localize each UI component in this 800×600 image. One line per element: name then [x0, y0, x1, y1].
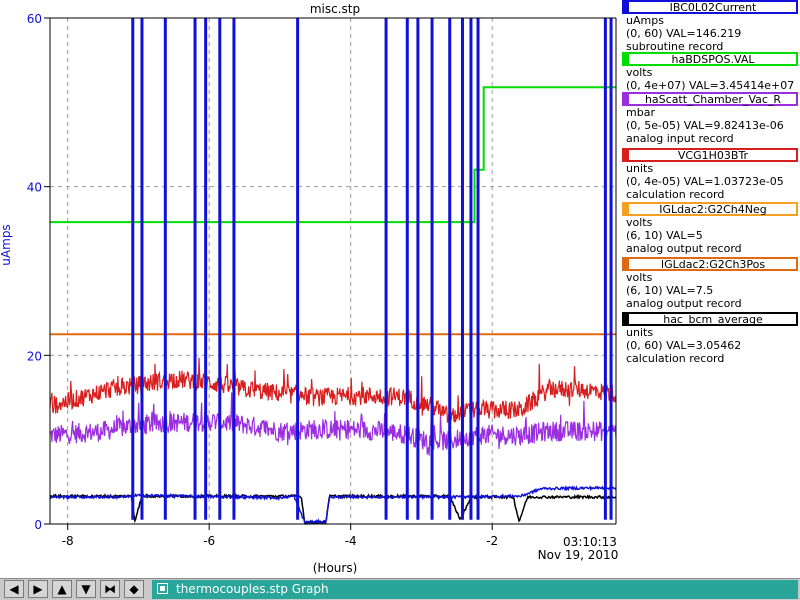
legend-entry: hac_bcm_averageunits (0, 60) VAL=3.05462 c…: [622, 312, 798, 365]
legend-unit: volts: [626, 66, 653, 79]
legend-record: calculation record: [626, 352, 725, 365]
legend-range: (0, 60) VAL=3.05462: [626, 339, 742, 352]
y-axis-label: uAmps: [0, 224, 13, 265]
legend-range: (0, 5e-05) VAL=9.82413e-06: [626, 119, 784, 132]
axes: -8 -6 -4 -2 0 20 40 60: [27, 12, 617, 548]
legend-range: (0, 4e+07) VAL=3.45414e+07: [626, 79, 795, 92]
legend-unit: volts: [626, 216, 653, 229]
legend-swatch: [624, 94, 629, 104]
window-icon: [157, 583, 168, 594]
grid-lines: [50, 18, 616, 524]
legend-name-box[interactable]: IBC0L02Current: [622, 0, 798, 14]
scroll-up-button[interactable]: ▲: [52, 580, 72, 598]
bottom-toolbar: ◀ ▶ ▲ ▼ ⧓ ◆ thermocouples.stp Graph: [0, 578, 800, 600]
legend-range: (6, 10) VAL=5: [626, 229, 703, 242]
tab-thermocouples-graph[interactable]: thermocouples.stp Graph: [152, 580, 798, 599]
zoom-in-button[interactable]: ⧓: [100, 580, 120, 598]
legend-entry: haBDSPOS.VAL volts (0, 4e+07) VAL=3.45414e…: [622, 52, 798, 92]
legend-name: haBDSPOS.VAL: [671, 53, 755, 66]
end-time-label: 03:10:13: [563, 535, 617, 549]
legend-range: (0, 4e-05) VAL=1.03723e-05: [626, 175, 784, 188]
y-tick-label: 0: [34, 518, 42, 532]
tab-label: thermocouples.stp Graph: [176, 582, 329, 596]
legend-unit: volts: [626, 271, 653, 284]
series-layer: [49, 18, 617, 526]
legend-name: IGLdac2:G2Ch3Pos: [660, 258, 766, 271]
legend-name-box[interactable]: IGLdac2:G2Ch4Neg: [622, 202, 798, 216]
x-tick-label: -8: [62, 534, 74, 548]
y-tick-label: 60: [27, 12, 42, 26]
scroll-down-button[interactable]: ▼: [76, 580, 96, 598]
legend-record: calculation record: [626, 188, 725, 201]
legend-name-box[interactable]: IGLdac2:G2Ch3Pos: [622, 257, 798, 271]
chart-plot: -8 -6 -4 -2 0 20 40 60 misc.stp uAmps (Hours) 0…: [0, 2, 619, 575]
legend-unit: units: [626, 162, 654, 175]
legend-swatch: [624, 54, 629, 64]
series-line: [49, 492, 617, 526]
zoom-out-button[interactable]: ◆: [124, 580, 144, 598]
scroll-left-button[interactable]: ◀: [4, 580, 24, 598]
legend-entry: haScatt_Chamber_Vac_R mbar (0, 5e-05) VAL=…: [622, 92, 798, 145]
legend-swatch: [624, 314, 629, 324]
legend-name-box[interactable]: haScatt_Chamber_Vac_R: [622, 92, 798, 106]
legend-record: analog output record: [626, 297, 742, 310]
legend-panel: IBC0L02Current uAmps (0, 60) VAL=146.219 su…: [620, 0, 800, 578]
chart-title: misc.stp: [310, 2, 360, 16]
legend-entry: VCG1H03BTr units (0, 4e-05) VAL=1.03723e-0…: [622, 148, 798, 201]
legend-name: IGLdac2:G2Ch4Neg: [659, 203, 767, 216]
legend-name: IBC0L02Current: [669, 1, 757, 14]
legend-range: (0, 60) VAL=146.219: [626, 27, 742, 40]
y-tick-label: 20: [27, 349, 42, 363]
legend-swatch: [624, 204, 629, 214]
legend-swatch: [624, 2, 629, 12]
legend-unit: units: [626, 326, 654, 339]
legend-unit: mbar: [626, 106, 655, 119]
series-line: [50, 86, 616, 224]
legend-range: (6, 10) VAL=7.5: [626, 284, 714, 297]
x-tick-label: -2: [486, 534, 498, 548]
legend-entry: IGLdac2:G2Ch4Neg volts (6, 10) VAL=5 analog…: [622, 202, 798, 255]
legend-name-box[interactable]: hac_bcm_average: [622, 312, 798, 326]
y-tick-label: 40: [27, 181, 42, 195]
scroll-right-button[interactable]: ▶: [28, 580, 48, 598]
x-tick-label: -6: [203, 534, 215, 548]
series-line: [49, 357, 617, 423]
legend-name: hac_bcm_average: [663, 313, 763, 326]
legend-name-box[interactable]: haBDSPOS.VAL: [622, 52, 798, 66]
legend-swatch: [624, 259, 629, 269]
x-axis-label: (Hours): [313, 561, 358, 575]
legend-name: haScatt_Chamber_Vac_R: [644, 93, 782, 106]
legend-name-box[interactable]: VCG1H03BTr: [622, 148, 798, 162]
legend-record: analog output record: [626, 242, 742, 255]
legend-name: VCG1H03BTr: [677, 149, 749, 162]
end-date-label: Nov 19, 2010: [538, 548, 619, 562]
legend-unit: uAmps: [626, 14, 664, 27]
x-tick-label: -4: [345, 534, 357, 548]
legend-entry: IGLdac2:G2Ch3Pos volts (6, 10) VAL=7.5 anal…: [622, 257, 798, 310]
legend-record: analog input record: [626, 132, 734, 145]
legend-swatch: [624, 150, 629, 160]
legend-entry: IBC0L02Current uAmps (0, 60) VAL=146.219 su…: [622, 0, 798, 53]
